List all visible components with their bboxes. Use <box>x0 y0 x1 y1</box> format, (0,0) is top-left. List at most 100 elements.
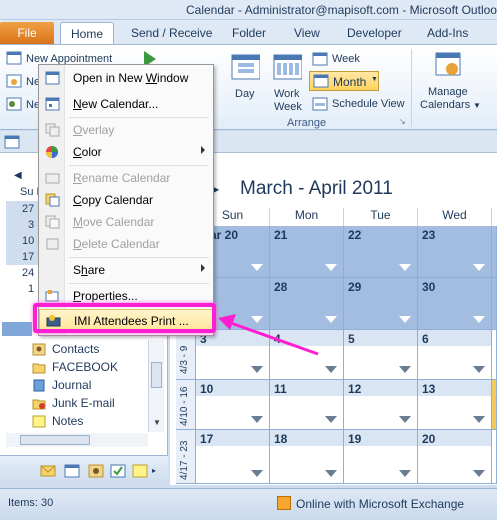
calendar-day-cell[interactable]: 13 <box>418 380 492 430</box>
calendar-day-cell[interactable]: 5 <box>344 330 418 380</box>
folder-icon <box>32 363 46 374</box>
move-icon <box>45 215 60 229</box>
menu-item-color[interactable]: Color <box>39 141 213 163</box>
calendar-day-cell-partial[interactable] <box>492 330 497 380</box>
menu-item-copy-calendar[interactable]: Copy Calendar <box>39 189 213 211</box>
tab-folder[interactable]: Folder <box>232 22 266 44</box>
tab-file[interactable]: File <box>0 22 54 44</box>
copy-icon <box>45 193 60 207</box>
calendar-day-cell[interactable]: 18 <box>270 430 344 484</box>
calendar-day-cell[interactable]: 6 <box>418 330 492 380</box>
calendar-nav-icon[interactable] <box>64 464 80 478</box>
calendar-day-cell[interactable]: 20 <box>418 430 492 484</box>
calendar-day-cell[interactable]: 30 <box>418 278 492 330</box>
calendar-day-cell[interactable]: 22 <box>344 226 418 278</box>
contacts-icon <box>32 343 46 356</box>
horizontal-scrollbar[interactable] <box>6 433 148 447</box>
scroll-down-icon[interactable]: ▼ <box>153 418 161 427</box>
tab-developer[interactable]: Developer <box>347 22 402 44</box>
selected-calendar-folder[interactable] <box>2 322 32 336</box>
tab-view[interactable]: View <box>294 22 320 44</box>
calendar-today-cell-partial[interactable] <box>492 380 497 430</box>
minical-prev-icon[interactable]: ◀ <box>14 170 22 181</box>
hscroll-thumb[interactable] <box>20 435 90 445</box>
minical-row[interactable]: 17 <box>6 249 38 265</box>
dialog-launcher-icon[interactable]: ↘ <box>399 117 406 126</box>
delete-icon <box>46 238 59 250</box>
menu-item-move-calendar[interactable]: Move Calendar <box>39 211 213 233</box>
mail-icon[interactable] <box>40 464 56 478</box>
work-week-label-2[interactable]: Week <box>274 101 302 113</box>
week-view-icon <box>312 52 328 66</box>
arrange-group-label: Arrange <box>287 117 327 129</box>
schedule-view-button[interactable]: Schedule View <box>332 98 405 110</box>
folder-list-scrollbar[interactable]: ▼ <box>148 340 164 432</box>
highlight-annotation <box>33 303 216 333</box>
day-view-button[interactable]: Day <box>235 88 255 100</box>
color-wheel-icon <box>46 146 58 158</box>
menu-item-new-calendar[interactable]: New Calendar... <box>39 93 213 115</box>
manage-calendars-dropdown-icon[interactable]: ▼ <box>473 101 481 110</box>
work-week-label-1[interactable]: Work <box>274 88 299 100</box>
tasks-nav-icon[interactable] <box>110 464 126 478</box>
menu-item-rename-calendar[interactable]: Rename Calendar <box>39 167 213 189</box>
calendar-day-cell-partial[interactable] <box>492 278 497 330</box>
menu-item-open-in-new-window[interactable]: Open in New Window <box>39 67 213 89</box>
items-count: Items: 30 <box>8 497 54 509</box>
minical-row[interactable]: 27 <box>6 201 38 217</box>
calendar-day-cell[interactable]: 21 <box>270 226 344 278</box>
properties-icon <box>45 290 59 302</box>
calendar-day-cell[interactable]: 12 <box>344 380 418 430</box>
month-dropdown-icon[interactable]: ▼ <box>371 76 378 83</box>
day-header-tue: Tue <box>344 208 418 226</box>
manage-calendars-label-2[interactable]: Calendars <box>420 99 470 111</box>
menu-separator <box>69 165 209 166</box>
menu-item-overlay[interactable]: Overlay <box>39 119 213 141</box>
context-menu: Open in New Window New Calendar... Overl… <box>38 64 214 336</box>
week-label: 4/10 - 16 <box>176 380 196 430</box>
menu-item-share[interactable]: Share <box>39 259 213 281</box>
calendar-day-cell[interactable]: 23 <box>418 226 492 278</box>
week-label: 4/17 - 23 <box>176 430 196 484</box>
notes-nav-icon[interactable] <box>132 464 148 478</box>
calendar-day-cell[interactable]: 11 <box>270 380 344 430</box>
new-meeting-icon <box>6 74 22 88</box>
connection-status: Online with Microsoft Exchange <box>296 497 465 511</box>
day-header-mon: Mon <box>270 208 344 226</box>
tab-send-receive[interactable]: Send / Receive <box>131 22 212 44</box>
annotation-arrow-icon <box>218 314 319 356</box>
calendar-day-cell[interactable]: 17 <box>196 430 270 484</box>
calendar-small-icon[interactable] <box>4 135 20 149</box>
menu-separator <box>69 117 209 118</box>
new-appointment-icon <box>6 51 22 65</box>
week-label: 4/3 - 9 <box>176 330 196 380</box>
tab-home[interactable]: Home <box>60 22 114 44</box>
calendar-day-cell-partial[interactable] <box>492 226 497 278</box>
schedule-view-icon <box>312 97 328 111</box>
minical-row[interactable]: 3 <box>6 217 38 233</box>
configure-buttons-icon[interactable]: ▸ <box>152 466 156 475</box>
minical-row[interactable]: 1 <box>6 281 38 297</box>
calendar-day-cell[interactable]: 29 <box>344 278 418 330</box>
scrollbar-thumb[interactable] <box>151 362 162 388</box>
calendar-day-cell[interactable]: 10 <box>196 380 270 430</box>
week-view-button[interactable]: Week <box>332 53 360 65</box>
open-window-icon <box>45 71 60 85</box>
status-bar: Items: 30 Online with Microsoft Exchange <box>0 488 497 520</box>
ribbon-separator <box>411 49 412 127</box>
contacts-nav-icon[interactable] <box>88 464 104 478</box>
month-view-icon <box>313 74 329 88</box>
rename-icon <box>45 173 60 184</box>
overlay-icon <box>45 123 60 137</box>
minical-row[interactable]: 10 <box>6 233 38 249</box>
month-view-label: Month <box>333 75 367 89</box>
calendar-day-cell[interactable]: 19 <box>344 430 418 484</box>
menu-item-delete-calendar[interactable]: Delete Calendar <box>39 233 213 255</box>
calendar-day-cell-partial[interactable] <box>492 430 497 484</box>
month-view-button[interactable]: Month ▼ <box>309 71 379 91</box>
manage-calendars-label-1[interactable]: Manage <box>428 86 468 98</box>
calendar-title: March - April 2011 <box>240 178 393 199</box>
menu-separator <box>69 257 209 258</box>
tab-add-ins[interactable]: Add-Ins <box>427 22 468 44</box>
minical-row[interactable]: 24 <box>6 265 38 281</box>
